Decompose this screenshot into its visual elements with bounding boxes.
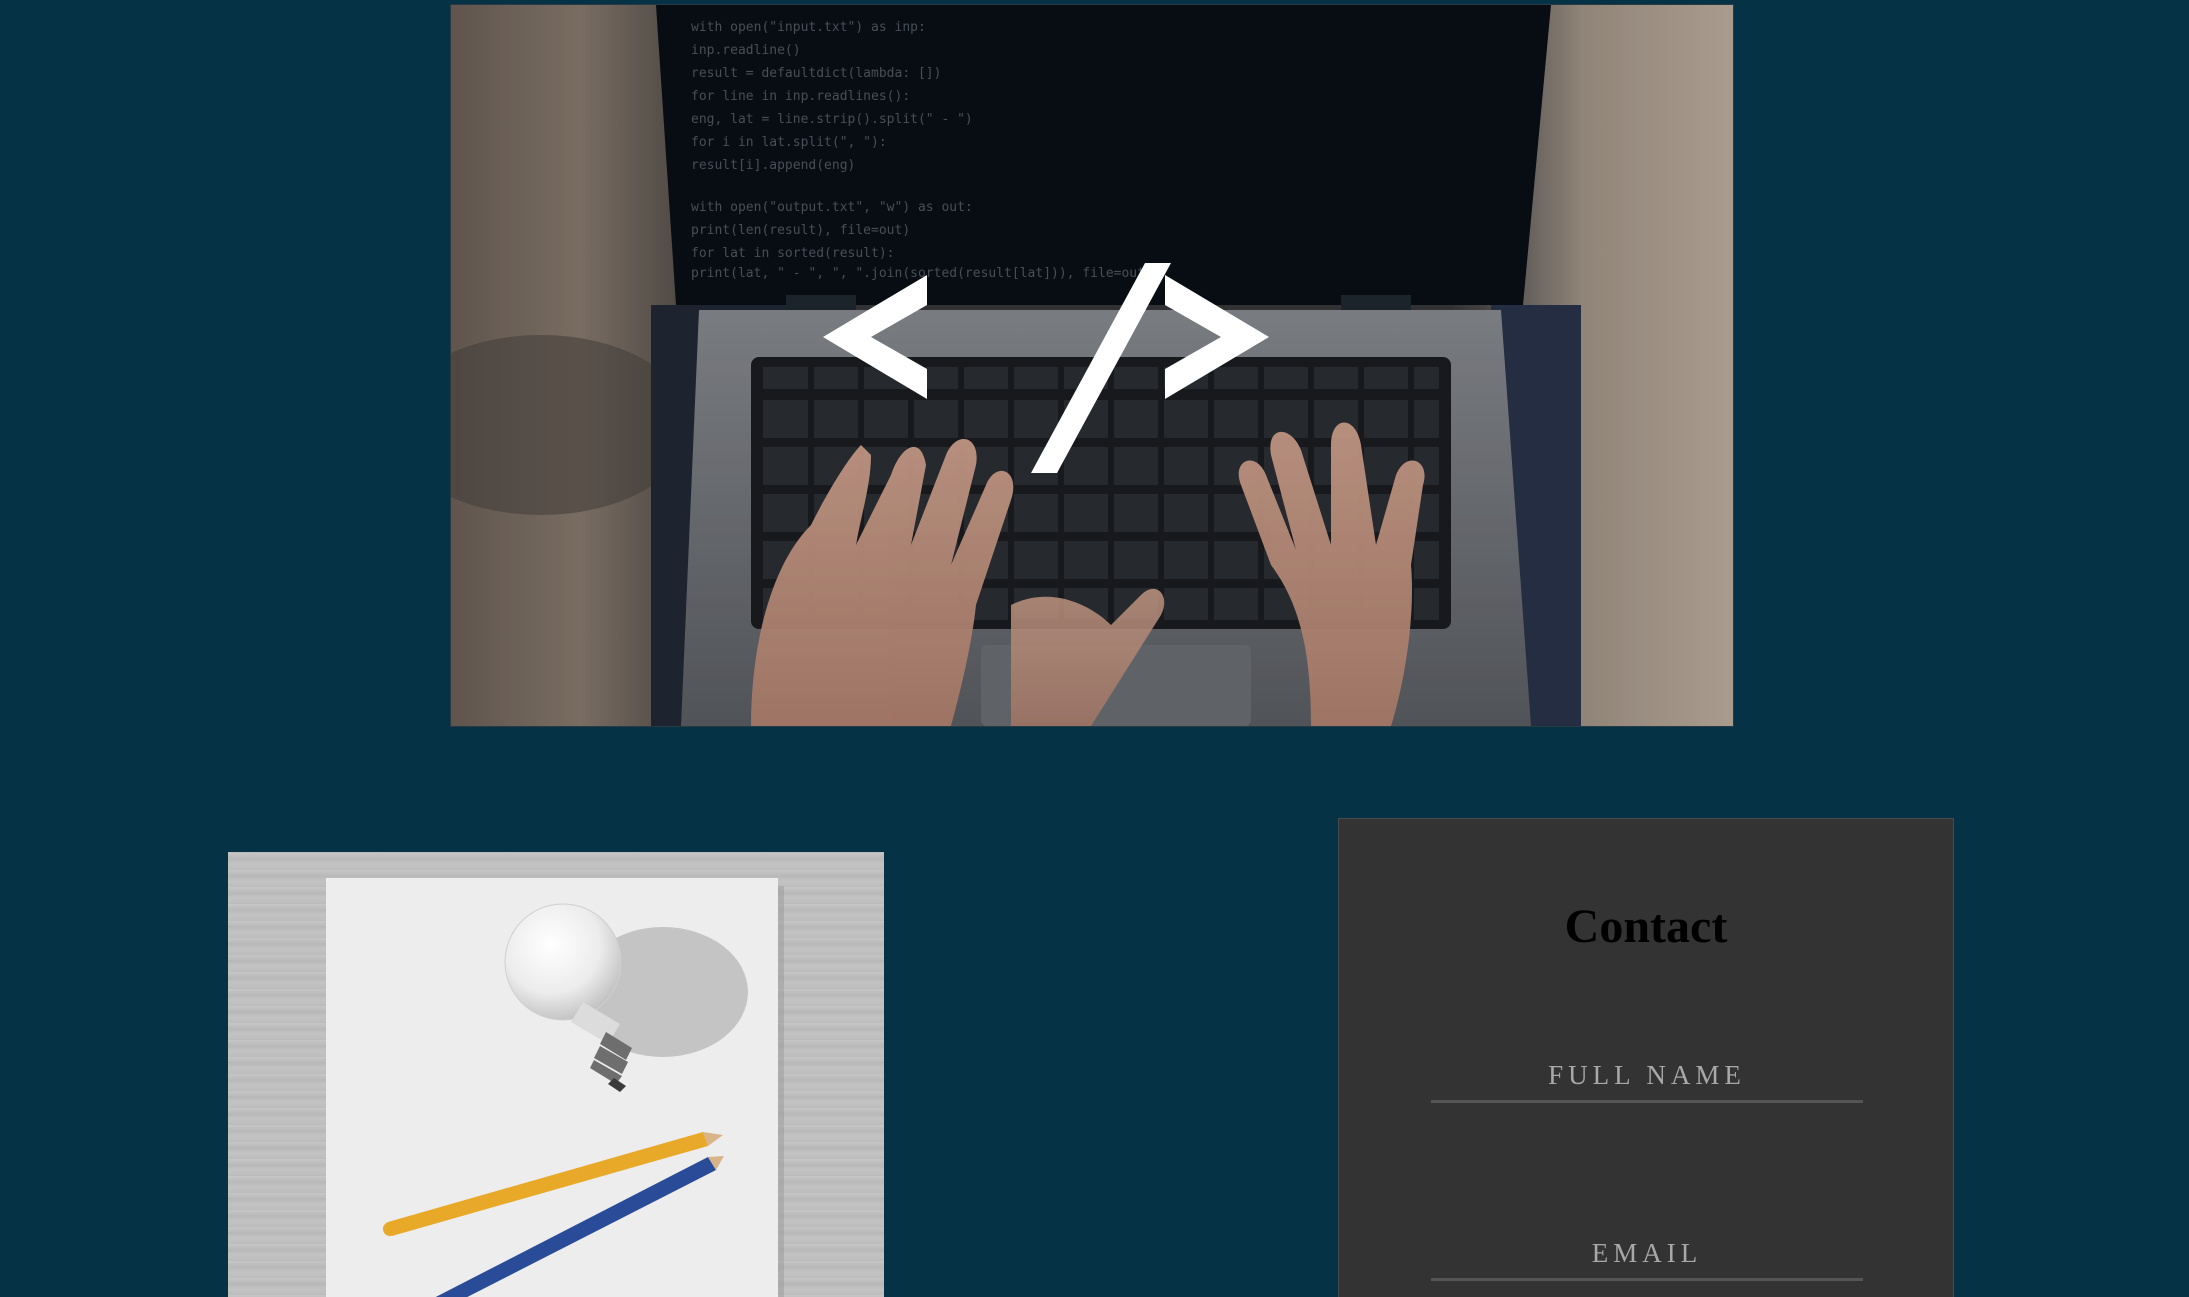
page: with open("input.txt") as inp: inp.readl…: [0, 0, 2189, 1297]
contact-title: Contact: [1564, 900, 1728, 953]
email-input[interactable]: [1431, 1228, 1863, 1278]
lightbulb-pencils-icon: [326, 878, 784, 1297]
full-name-field: [1431, 1050, 1863, 1103]
email-field: [1431, 1228, 1863, 1281]
hero-image: with open("input.txt") as inp: inp.readl…: [450, 4, 1734, 727]
laptop-photo: with open("input.txt") as inp: inp.readl…: [451, 5, 1733, 726]
full-name-input[interactable]: [1431, 1050, 1863, 1100]
idea-image: [228, 852, 884, 1297]
